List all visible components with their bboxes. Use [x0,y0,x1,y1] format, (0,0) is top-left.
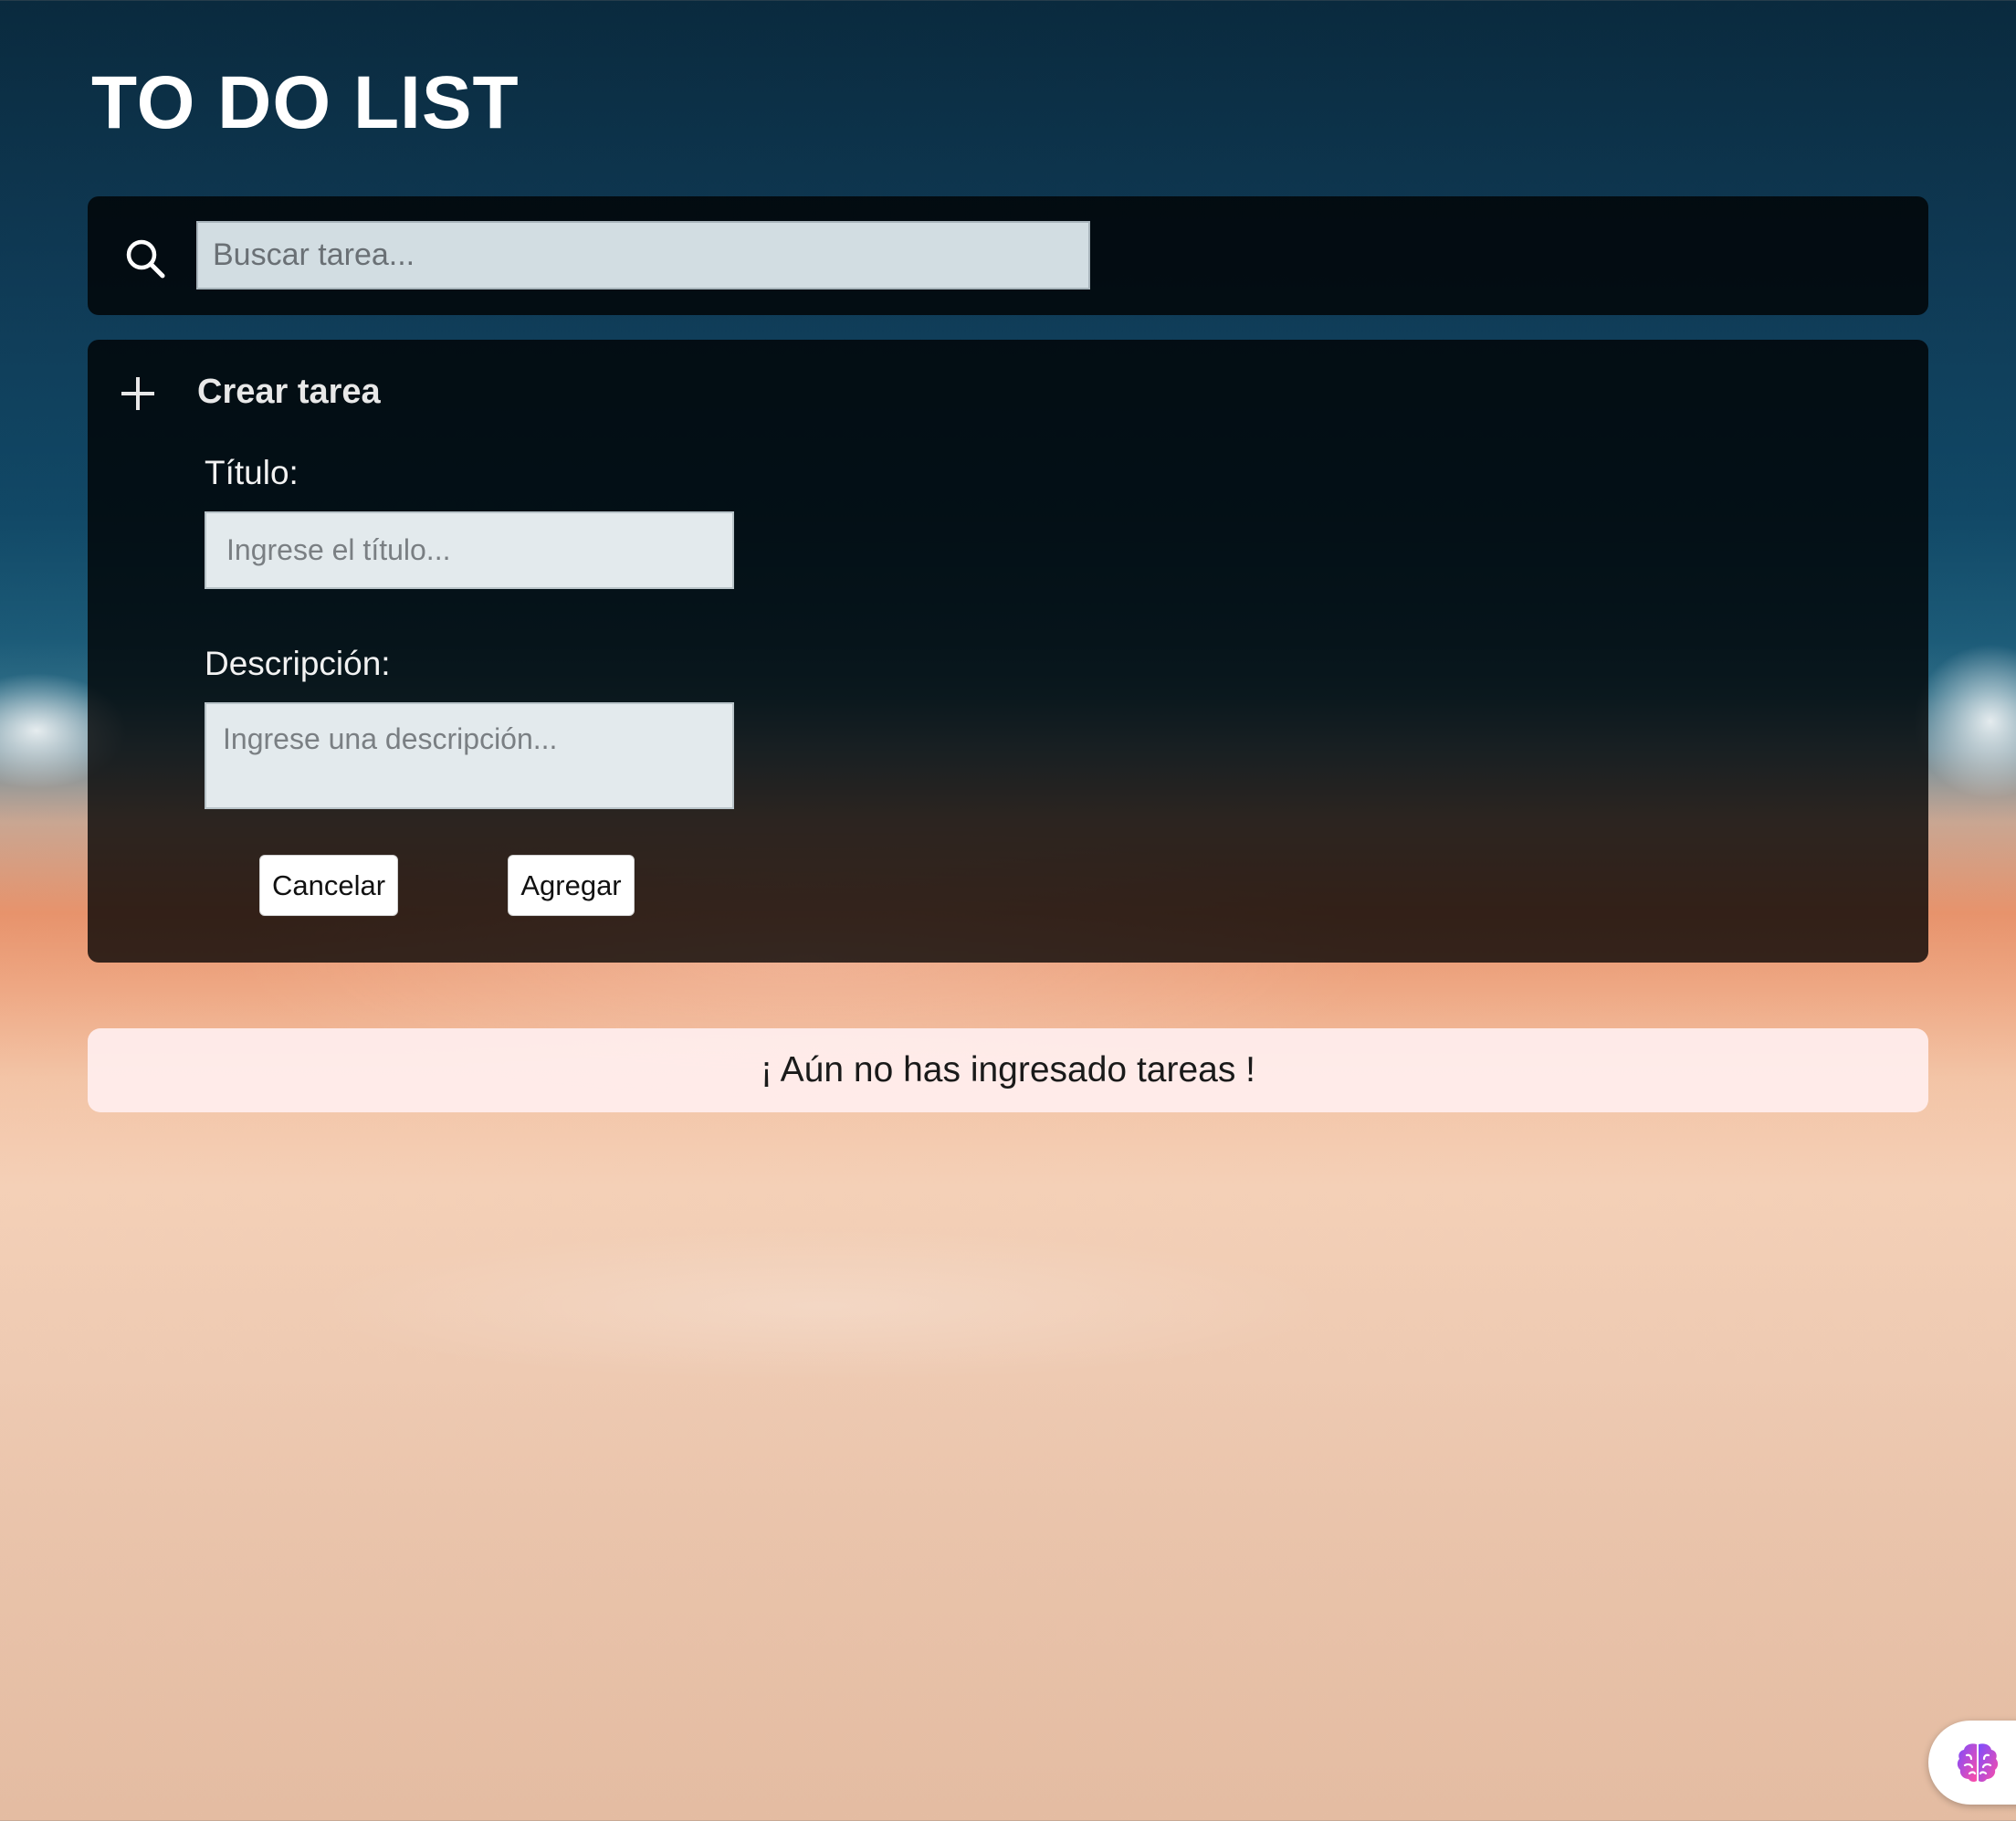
cancel-button[interactable]: Cancelar [259,855,398,916]
empty-tasks-message: ¡ Aún no has ingresado tareas ! [88,1028,1928,1112]
title-input[interactable] [205,511,734,589]
background-foam-bottom [0,1215,2016,1397]
title-label: Título: [205,454,299,491]
assistant-button[interactable] [1928,1721,2016,1805]
create-task-heading[interactable]: Crear tarea [197,373,381,412]
add-button[interactable]: Agregar [508,855,635,916]
search-icon [126,239,165,279]
page-title: TO DO LIST [91,61,520,144]
description-label: Descripción: [205,645,391,682]
description-textarea[interactable] [205,702,734,809]
brain-icon [1957,1743,1999,1783]
plus-icon[interactable] [119,374,157,413]
search-input[interactable] [196,221,1090,289]
